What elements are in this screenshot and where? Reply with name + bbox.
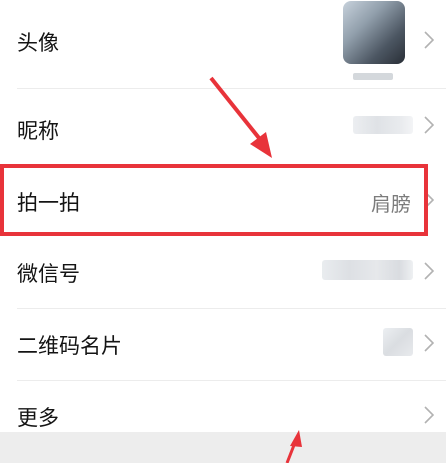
pat-row-highlight-box: [0, 164, 428, 236]
section-gap: [0, 432, 446, 463]
row-label-nickname: 昵称: [17, 119, 59, 143]
row-label-wechat-id: 微信号: [17, 262, 80, 286]
chevron-right-icon: [424, 116, 434, 134]
chevron-right-icon: [424, 334, 434, 352]
row-label-avatar: 头像: [17, 31, 59, 55]
settings-row-wechat-id[interactable]: 微信号: [0, 236, 446, 308]
settings-row-more[interactable]: 更多: [0, 380, 446, 432]
nickname-value-blurred: [353, 116, 413, 134]
settings-row-nickname[interactable]: 昵称: [0, 88, 446, 162]
chevron-right-icon: [424, 406, 434, 424]
avatar-blurred-caption: [353, 73, 393, 80]
wechat-id-value-blurred: [322, 260, 413, 280]
row-label-qr-code: 二维码名片: [17, 334, 122, 358]
row-label-more: 更多: [17, 406, 59, 430]
settings-row-avatar[interactable]: 头像: [0, 0, 446, 88]
chevron-right-icon: [424, 31, 434, 49]
avatar-image: [343, 1, 405, 64]
settings-row-qr-code[interactable]: 二维码名片: [0, 308, 446, 380]
qr-code-icon: [383, 328, 413, 356]
chevron-right-icon: [424, 262, 434, 280]
